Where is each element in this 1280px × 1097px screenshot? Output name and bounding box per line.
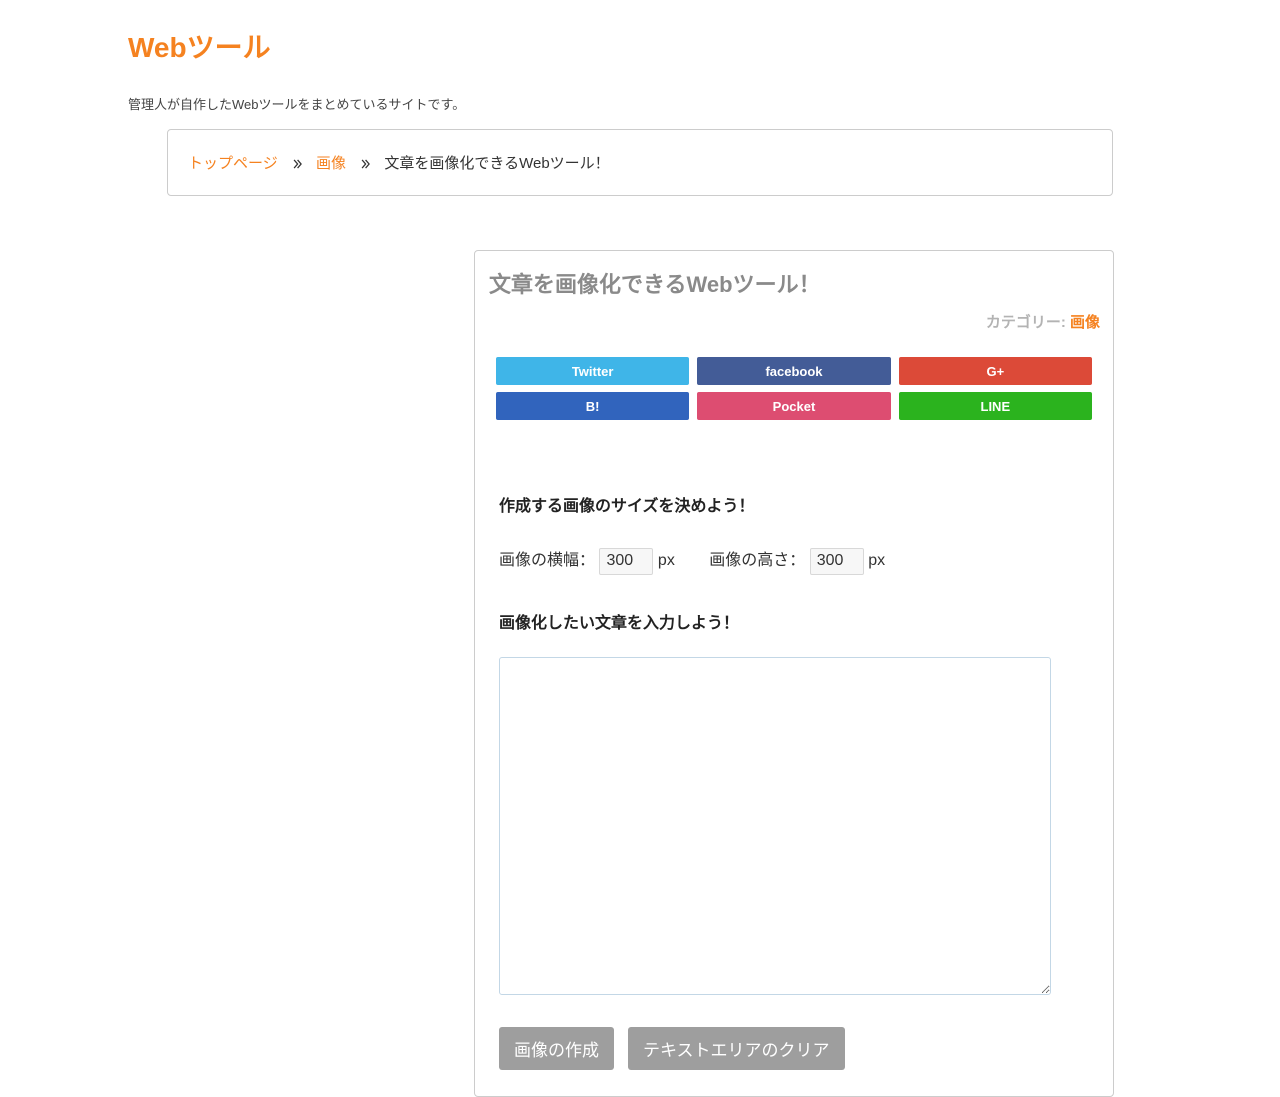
article-card: 文章を画像化できるWebツール！ カテゴリー: 画像 Twitter faceb…: [474, 250, 1114, 1097]
breadcrumb-link-top[interactable]: トップページ: [188, 155, 278, 172]
width-label: 画像の横幅：: [499, 546, 595, 570]
width-input[interactable]: [599, 548, 653, 575]
form-block: 作成する画像のサイズを決めよう！ 画像の横幅： px 画像の高さ： px 画像化…: [488, 492, 1100, 1070]
text-input[interactable]: [499, 657, 1051, 995]
create-image-button[interactable]: 画像の作成: [499, 1027, 614, 1070]
category-row: カテゴリー: 画像: [488, 311, 1100, 332]
share-row-1: Twitter facebook G+: [488, 357, 1100, 385]
breadcrumb: トップページ 画像 文章を画像化できるWebツール！: [167, 129, 1113, 196]
width-unit: px: [658, 552, 675, 569]
site-description: 管理人が自作したWebツールをまとめているサイトです。: [128, 94, 1240, 113]
share-twitter-button[interactable]: Twitter: [496, 357, 689, 385]
category-link[interactable]: 画像: [1070, 314, 1100, 331]
breadcrumb-link-category[interactable]: 画像: [316, 155, 346, 172]
site-title[interactable]: Webツール: [128, 26, 1240, 66]
share-pocket-button[interactable]: Pocket: [697, 392, 890, 420]
chevron-right-icon: [290, 157, 304, 171]
size-row: 画像の横幅： px 画像の高さ： px: [499, 546, 1089, 575]
height-unit: px: [868, 552, 885, 569]
text-heading: 画像化したい文章を入力しよう！: [499, 609, 1089, 633]
chevron-right-icon: [358, 157, 372, 171]
share-facebook-button[interactable]: facebook: [697, 357, 890, 385]
share-hatena-button[interactable]: B!: [496, 392, 689, 420]
clear-textarea-button[interactable]: テキストエリアのクリア: [628, 1027, 845, 1070]
category-label: カテゴリー:: [986, 314, 1070, 331]
breadcrumb-current: 文章を画像化できるWebツール！: [384, 155, 609, 172]
button-row: 画像の作成 テキストエリアのクリア: [499, 1027, 1089, 1070]
size-heading: 作成する画像のサイズを決めよう！: [499, 492, 1089, 516]
share-line-button[interactable]: LINE: [899, 392, 1092, 420]
height-label: 画像の高さ：: [709, 546, 805, 570]
share-googleplus-button[interactable]: G+: [899, 357, 1092, 385]
share-row-2: B! Pocket LINE: [488, 392, 1100, 420]
height-input[interactable]: [810, 548, 864, 575]
article-title: 文章を画像化できるWebツール！: [489, 267, 1100, 299]
